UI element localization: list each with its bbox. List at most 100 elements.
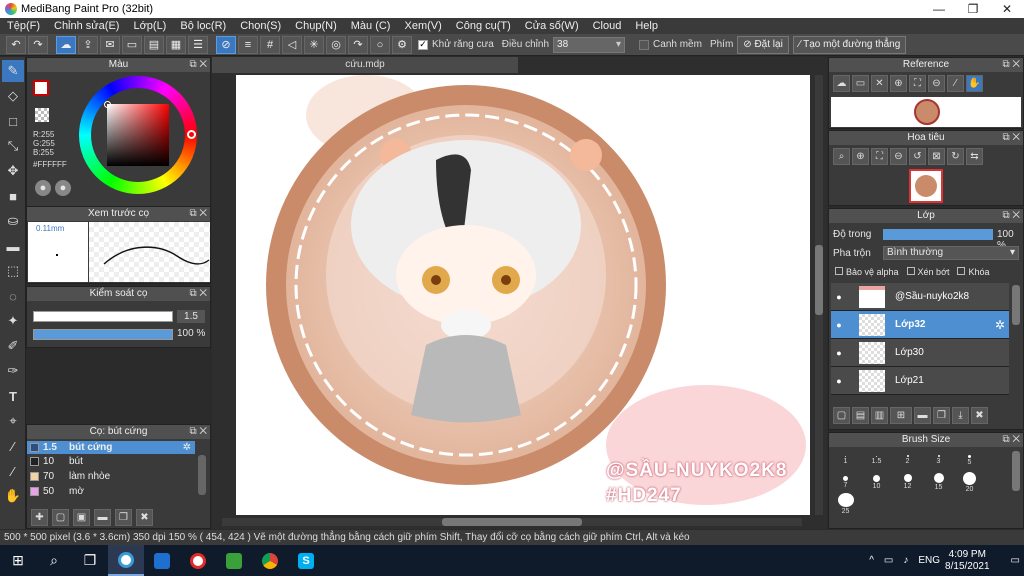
layer-row[interactable]: ● @Sầu-nuyko2k8 bbox=[831, 283, 1009, 311]
app-badge-taskbar-icon[interactable] bbox=[144, 545, 180, 576]
navigator-thumbnail[interactable] bbox=[909, 169, 943, 203]
antialias-checkbox[interactable]: ✓ bbox=[418, 39, 428, 50]
canvas-paper[interactable]: @SẦU-NUYKO2K8 #HD247 bbox=[236, 75, 810, 515]
fill-rect-tool-icon[interactable]: ■ bbox=[2, 185, 24, 207]
new-halftone-layer-icon[interactable]: ▤ bbox=[852, 407, 869, 424]
saturation-box[interactable] bbox=[107, 104, 169, 166]
bucket-tool-icon[interactable]: ⛀ bbox=[2, 210, 24, 232]
menu-snap[interactable]: Chụp(N) bbox=[288, 20, 344, 32]
eye-icon[interactable]: ● bbox=[831, 376, 847, 386]
undo-icon[interactable]: ↶ bbox=[6, 35, 26, 54]
new-8bit-layer-icon[interactable]: ▥ bbox=[871, 407, 888, 424]
palette-icon[interactable]: ● bbox=[35, 180, 51, 196]
menu-layer[interactable]: Lớp(L) bbox=[126, 20, 173, 32]
layer-opacity-slider[interactable] bbox=[883, 229, 993, 240]
ref-zoom-out-icon[interactable]: ⊖ bbox=[928, 75, 945, 92]
tray-expand-icon[interactable]: ^ bbox=[869, 555, 874, 566]
panel-controls-icon[interactable]: ⧉ ✕ bbox=[189, 58, 207, 72]
brush-size-slider[interactable] bbox=[33, 311, 173, 322]
nav-fit-icon[interactable]: ⛶ bbox=[871, 148, 888, 165]
curve-snap-icon[interactable]: ↷ bbox=[348, 35, 368, 54]
clock[interactable]: 4:09 PM 8/15/2021 bbox=[945, 549, 990, 573]
grid-icon[interactable]: ▦ bbox=[166, 35, 186, 54]
vertical-scrollbar[interactable] bbox=[815, 75, 823, 515]
close-button[interactable]: ✕ bbox=[990, 0, 1024, 18]
opera-taskbar-icon[interactable] bbox=[180, 545, 216, 576]
ref-close-icon[interactable]: ✕ bbox=[871, 75, 888, 92]
sv-handle-icon[interactable] bbox=[104, 101, 111, 108]
brush-size-scrollbar[interactable] bbox=[1012, 451, 1020, 491]
select-eraser-tool-icon[interactable]: ✑ bbox=[2, 360, 24, 382]
hue-handle-icon[interactable] bbox=[187, 130, 196, 139]
brush-size-cell[interactable]: 2 bbox=[892, 449, 923, 471]
gradient-tool-icon[interactable]: ▬ bbox=[2, 235, 24, 257]
brush-size-cell[interactable]: 20 bbox=[954, 471, 985, 493]
panel-controls-icon[interactable]: ⧉ ✕ bbox=[1002, 433, 1020, 447]
minimize-button[interactable]: — bbox=[922, 0, 956, 18]
brush-folder-icon[interactable]: ▬ bbox=[94, 509, 111, 526]
comment-icon[interactable]: ✉ bbox=[100, 35, 120, 54]
maximize-button[interactable]: ❐ bbox=[956, 0, 990, 18]
ref-zoom-in-icon[interactable]: ⊕ bbox=[890, 75, 907, 92]
snap-off-icon[interactable]: ⊘ bbox=[216, 35, 236, 54]
panel-controls-icon[interactable]: ⧉ ✕ bbox=[189, 425, 207, 439]
panel-controls-icon[interactable]: ⧉ ✕ bbox=[1002, 58, 1020, 72]
eye-icon[interactable]: ● bbox=[831, 292, 847, 302]
brush-add-icon[interactable]: ✚ bbox=[31, 509, 48, 526]
panel-controls-icon[interactable]: ⧉ ✕ bbox=[189, 207, 207, 221]
page-icon[interactable]: ▤ bbox=[144, 35, 164, 54]
brush-item[interactable]: 70 làm nhòe bbox=[27, 469, 195, 484]
brush-size-cell[interactable]: 3 bbox=[923, 449, 954, 471]
transparent-swatch[interactable] bbox=[35, 108, 49, 122]
parallel-snap-icon[interactable]: ≡ bbox=[238, 35, 258, 54]
nav-rotate-left-icon[interactable]: ↺ bbox=[909, 148, 926, 165]
vanish-snap-icon[interactable]: ◁ bbox=[282, 35, 302, 54]
chrome-taskbar-icon[interactable] bbox=[252, 545, 288, 576]
brush-list-scrollbar[interactable] bbox=[198, 455, 206, 495]
nav-zoom-out-icon[interactable]: ⊖ bbox=[890, 148, 907, 165]
brush-tool-icon[interactable]: ✎ bbox=[2, 60, 24, 82]
lasso-tool-icon[interactable]: ◌ bbox=[2, 285, 24, 307]
share-icon[interactable]: ⇪ bbox=[78, 35, 98, 54]
select-tool-icon[interactable]: ⬚ bbox=[2, 260, 24, 282]
lock-checkbox[interactable]: Khóa bbox=[957, 267, 990, 277]
brush-item[interactable]: 50 mờ bbox=[27, 484, 195, 499]
merge-layer-icon[interactable]: ⤓ bbox=[952, 407, 969, 424]
nav-flip-icon[interactable]: ⇆ bbox=[966, 148, 983, 165]
layer-row[interactable]: ● Lớp32 ✲ bbox=[831, 311, 1009, 339]
hand-tool-icon[interactable]: ✋ bbox=[2, 485, 24, 507]
menu-color[interactable]: Màu (C) bbox=[344, 20, 398, 32]
brush-size-value[interactable]: 1.5 bbox=[177, 310, 205, 323]
search-icon[interactable]: ⌕ bbox=[36, 545, 72, 576]
eraser-tool-icon[interactable]: ◇ bbox=[2, 85, 24, 107]
brush-item[interactable]: 1.5 bút cứng ✲ bbox=[27, 441, 195, 454]
new-layer-icon[interactable]: ▢ bbox=[833, 407, 850, 424]
brush-delete-icon[interactable]: ✖ bbox=[136, 509, 153, 526]
brush-image-icon[interactable]: ▣ bbox=[73, 509, 90, 526]
brush-size-cell[interactable]: 7 bbox=[830, 471, 861, 493]
adjust-select[interactable]: 38 bbox=[553, 36, 626, 53]
eye-icon[interactable]: ● bbox=[831, 320, 847, 330]
eye-icon[interactable]: ● bbox=[831, 348, 847, 358]
brush-size-cell[interactable]: 5 bbox=[954, 449, 985, 471]
layer-folder-icon[interactable]: ▬ bbox=[914, 407, 931, 424]
brush-size-cell[interactable]: 25 bbox=[830, 493, 861, 515]
nav-zoom-icon[interactable]: ⌕ bbox=[833, 148, 850, 165]
brush-opacity-slider[interactable] bbox=[33, 329, 173, 340]
menu-help[interactable]: Help bbox=[628, 20, 665, 32]
select-pen-tool-icon[interactable]: ✐ bbox=[2, 335, 24, 357]
menu-window[interactable]: Cửa số(W) bbox=[518, 20, 586, 32]
panel-controls-icon[interactable]: ⧉ ✕ bbox=[189, 287, 207, 301]
protect-alpha-checkbox[interactable]: Bảo vệ alpha bbox=[835, 267, 899, 277]
horizontal-scroll-thumb[interactable] bbox=[442, 518, 582, 526]
dot-tool-icon[interactable]: ⤡ bbox=[2, 135, 24, 157]
menu-edit[interactable]: Chỉnh sửa(E) bbox=[47, 20, 126, 32]
windows-start-icon[interactable]: ⊞ bbox=[0, 545, 36, 576]
horizontal-scrollbar[interactable] bbox=[222, 518, 802, 526]
nav-reset-icon[interactable]: ⊠ bbox=[928, 148, 945, 165]
add-layer-menu-icon[interactable]: ⊞ bbox=[890, 407, 912, 424]
layer-scrollbar[interactable] bbox=[1012, 285, 1020, 325]
menu-filter[interactable]: Bộ lọc(R) bbox=[173, 20, 233, 32]
primary-color-swatch[interactable] bbox=[33, 80, 49, 96]
radial-snap-icon[interactable]: ✳ bbox=[304, 35, 324, 54]
